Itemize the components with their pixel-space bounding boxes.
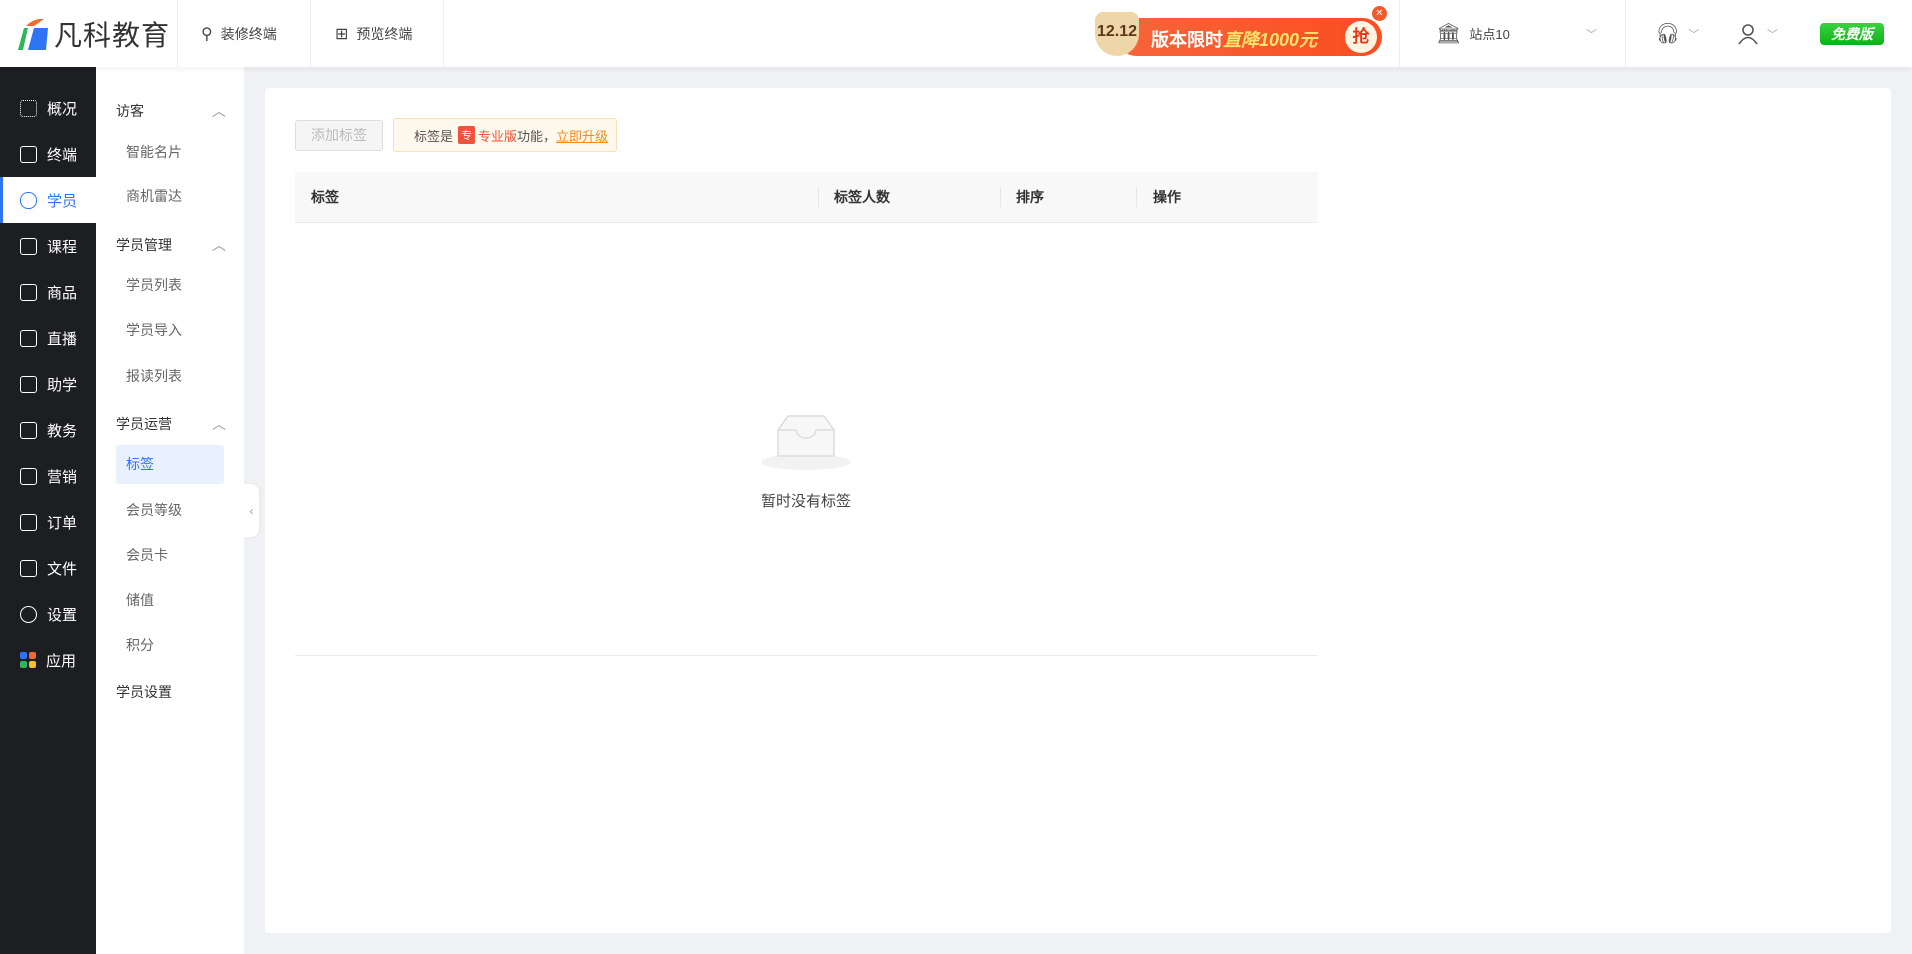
group-visitors[interactable]: 访客 ︿	[116, 101, 226, 121]
chevron-up-icon: ︿	[212, 237, 226, 253]
upgrade-link[interactable]: 立即升级	[556, 126, 608, 145]
bag-icon	[20, 283, 37, 301]
column-actions: 操作	[1153, 189, 1181, 205]
empty-state-text: 暂时没有标签	[760, 493, 851, 510]
apps-icon	[20, 652, 36, 668]
sidebar-item-courses[interactable]: 课程	[0, 223, 96, 269]
preview-terminal-button[interactable]: ⊞ 预览终端	[335, 0, 412, 67]
sidebar-item-academic[interactable]: 教务	[0, 407, 96, 453]
headset-icon: 🎧︎	[1655, 23, 1681, 45]
submenu-item[interactable]: 会员卡	[116, 536, 224, 575]
course-icon	[20, 237, 37, 255]
submenu-item[interactable]: 学员列表	[116, 266, 224, 305]
submenu-item[interactable]: 积分	[116, 626, 224, 665]
qrcode-icon: ⊞	[335, 25, 349, 43]
camera-icon	[20, 329, 37, 347]
gear-icon	[20, 605, 37, 623]
group-student-operations[interactable]: 学员运营 ︿	[116, 414, 226, 434]
chevron-down-icon: ﹀	[1586, 28, 1597, 41]
chevron-down-icon: ﹀	[1767, 28, 1778, 41]
sidebar-item-orders[interactable]: 订单	[0, 499, 96, 545]
sidebar-item-products[interactable]: 商品	[0, 269, 96, 315]
sidebar-item-students[interactable]: 学员	[0, 177, 96, 223]
sub-sidebar: 访客 ︿ 智能名片 商机雷达 学员管理 ︿ 学员列表 学员导入 报读列表 学员运营 ︿…	[96, 67, 244, 954]
sidebar-item-settings[interactable]: 设置	[0, 591, 96, 637]
submenu-item[interactable]: 储值	[116, 581, 224, 620]
submenu-item[interactable]: 智能名片	[116, 133, 224, 172]
paint-roller-icon: ⚲	[201, 25, 213, 43]
store-icon	[20, 145, 37, 163]
close-icon[interactable]: ✕	[1372, 6, 1387, 21]
study-icon	[20, 375, 37, 393]
main-sidebar: 概况 终端 学员 课程 商品 直播 助学 教务 营销 订单 文件 设置 应用	[0, 67, 96, 954]
collapse-sidebar-handle[interactable]: ‹	[244, 484, 259, 537]
logo-icon	[18, 18, 48, 50]
chevron-up-icon: ︿	[212, 103, 226, 119]
sidebar-item-overview[interactable]: 概况	[0, 85, 96, 131]
bank-icon: 🏛︎	[1436, 23, 1462, 45]
group-student-management[interactable]: 学员管理 ︿	[116, 235, 226, 255]
wallet-icon	[20, 467, 37, 485]
submenu-item-tags[interactable]: 标签	[116, 445, 224, 484]
chevron-up-icon: ︿	[212, 416, 226, 432]
site-selector[interactable]: 🏛︎ 站点10 ﹀	[1436, 0, 1597, 67]
promo-banner[interactable]: 12.12 版本限时直降1000元 抢 ✕	[1095, 6, 1390, 62]
upgrade-notice: 标签是 专 专业版 功能， 立即升级	[393, 118, 617, 152]
table-header: 标签 标签人数 排序 操作	[295, 172, 1318, 223]
table-bottom-divider	[295, 655, 1318, 656]
column-tag: 标签	[311, 189, 339, 205]
submenu-item[interactable]: 报读列表	[116, 357, 224, 396]
pro-badge: 专	[458, 126, 476, 144]
chevron-down-icon: ﹀	[1688, 28, 1700, 41]
logo[interactable]: 凡科教育	[14, 14, 170, 54]
sidebar-item-live[interactable]: 直播	[0, 315, 96, 361]
clipboard-icon	[20, 513, 37, 531]
sidebar-item-files[interactable]: 文件	[0, 545, 96, 591]
chevron-left-icon: ‹	[249, 503, 254, 518]
group-student-settings[interactable]: 学员设置	[116, 682, 226, 702]
account-button[interactable]: ﹀	[1737, 0, 1778, 67]
folder-icon	[20, 559, 37, 577]
submenu-item[interactable]: 会员等级	[116, 491, 224, 530]
grid-icon	[20, 99, 37, 117]
users-icon	[20, 191, 37, 209]
submenu-item[interactable]: 商机雷达	[116, 177, 224, 216]
book-icon	[20, 421, 37, 439]
top-header: 凡科教育 ⚲ 装修终端 ⊞ 预览终端 12.12 版本限时直降1000元 抢 ✕…	[0, 0, 1912, 67]
add-tag-button[interactable]: 添加标签	[295, 120, 383, 151]
sidebar-item-apps[interactable]: 应用	[0, 637, 96, 683]
decorate-terminal-button[interactable]: ⚲ 装修终端	[201, 0, 277, 67]
user-icon	[1738, 23, 1758, 44]
column-count: 标签人数	[834, 189, 890, 205]
support-button[interactable]: 🎧︎ ﹀	[1655, 0, 1699, 67]
submenu-item[interactable]: 学员导入	[116, 311, 224, 350]
column-order: 排序	[1016, 189, 1044, 205]
empty-inbox-icon	[761, 415, 851, 470]
plan-badge[interactable]: 免费版	[1820, 23, 1884, 45]
sidebar-item-marketing[interactable]: 营销	[0, 453, 96, 499]
sidebar-item-study[interactable]: 助学	[0, 361, 96, 407]
sidebar-item-terminal[interactable]: 终端	[0, 131, 96, 177]
